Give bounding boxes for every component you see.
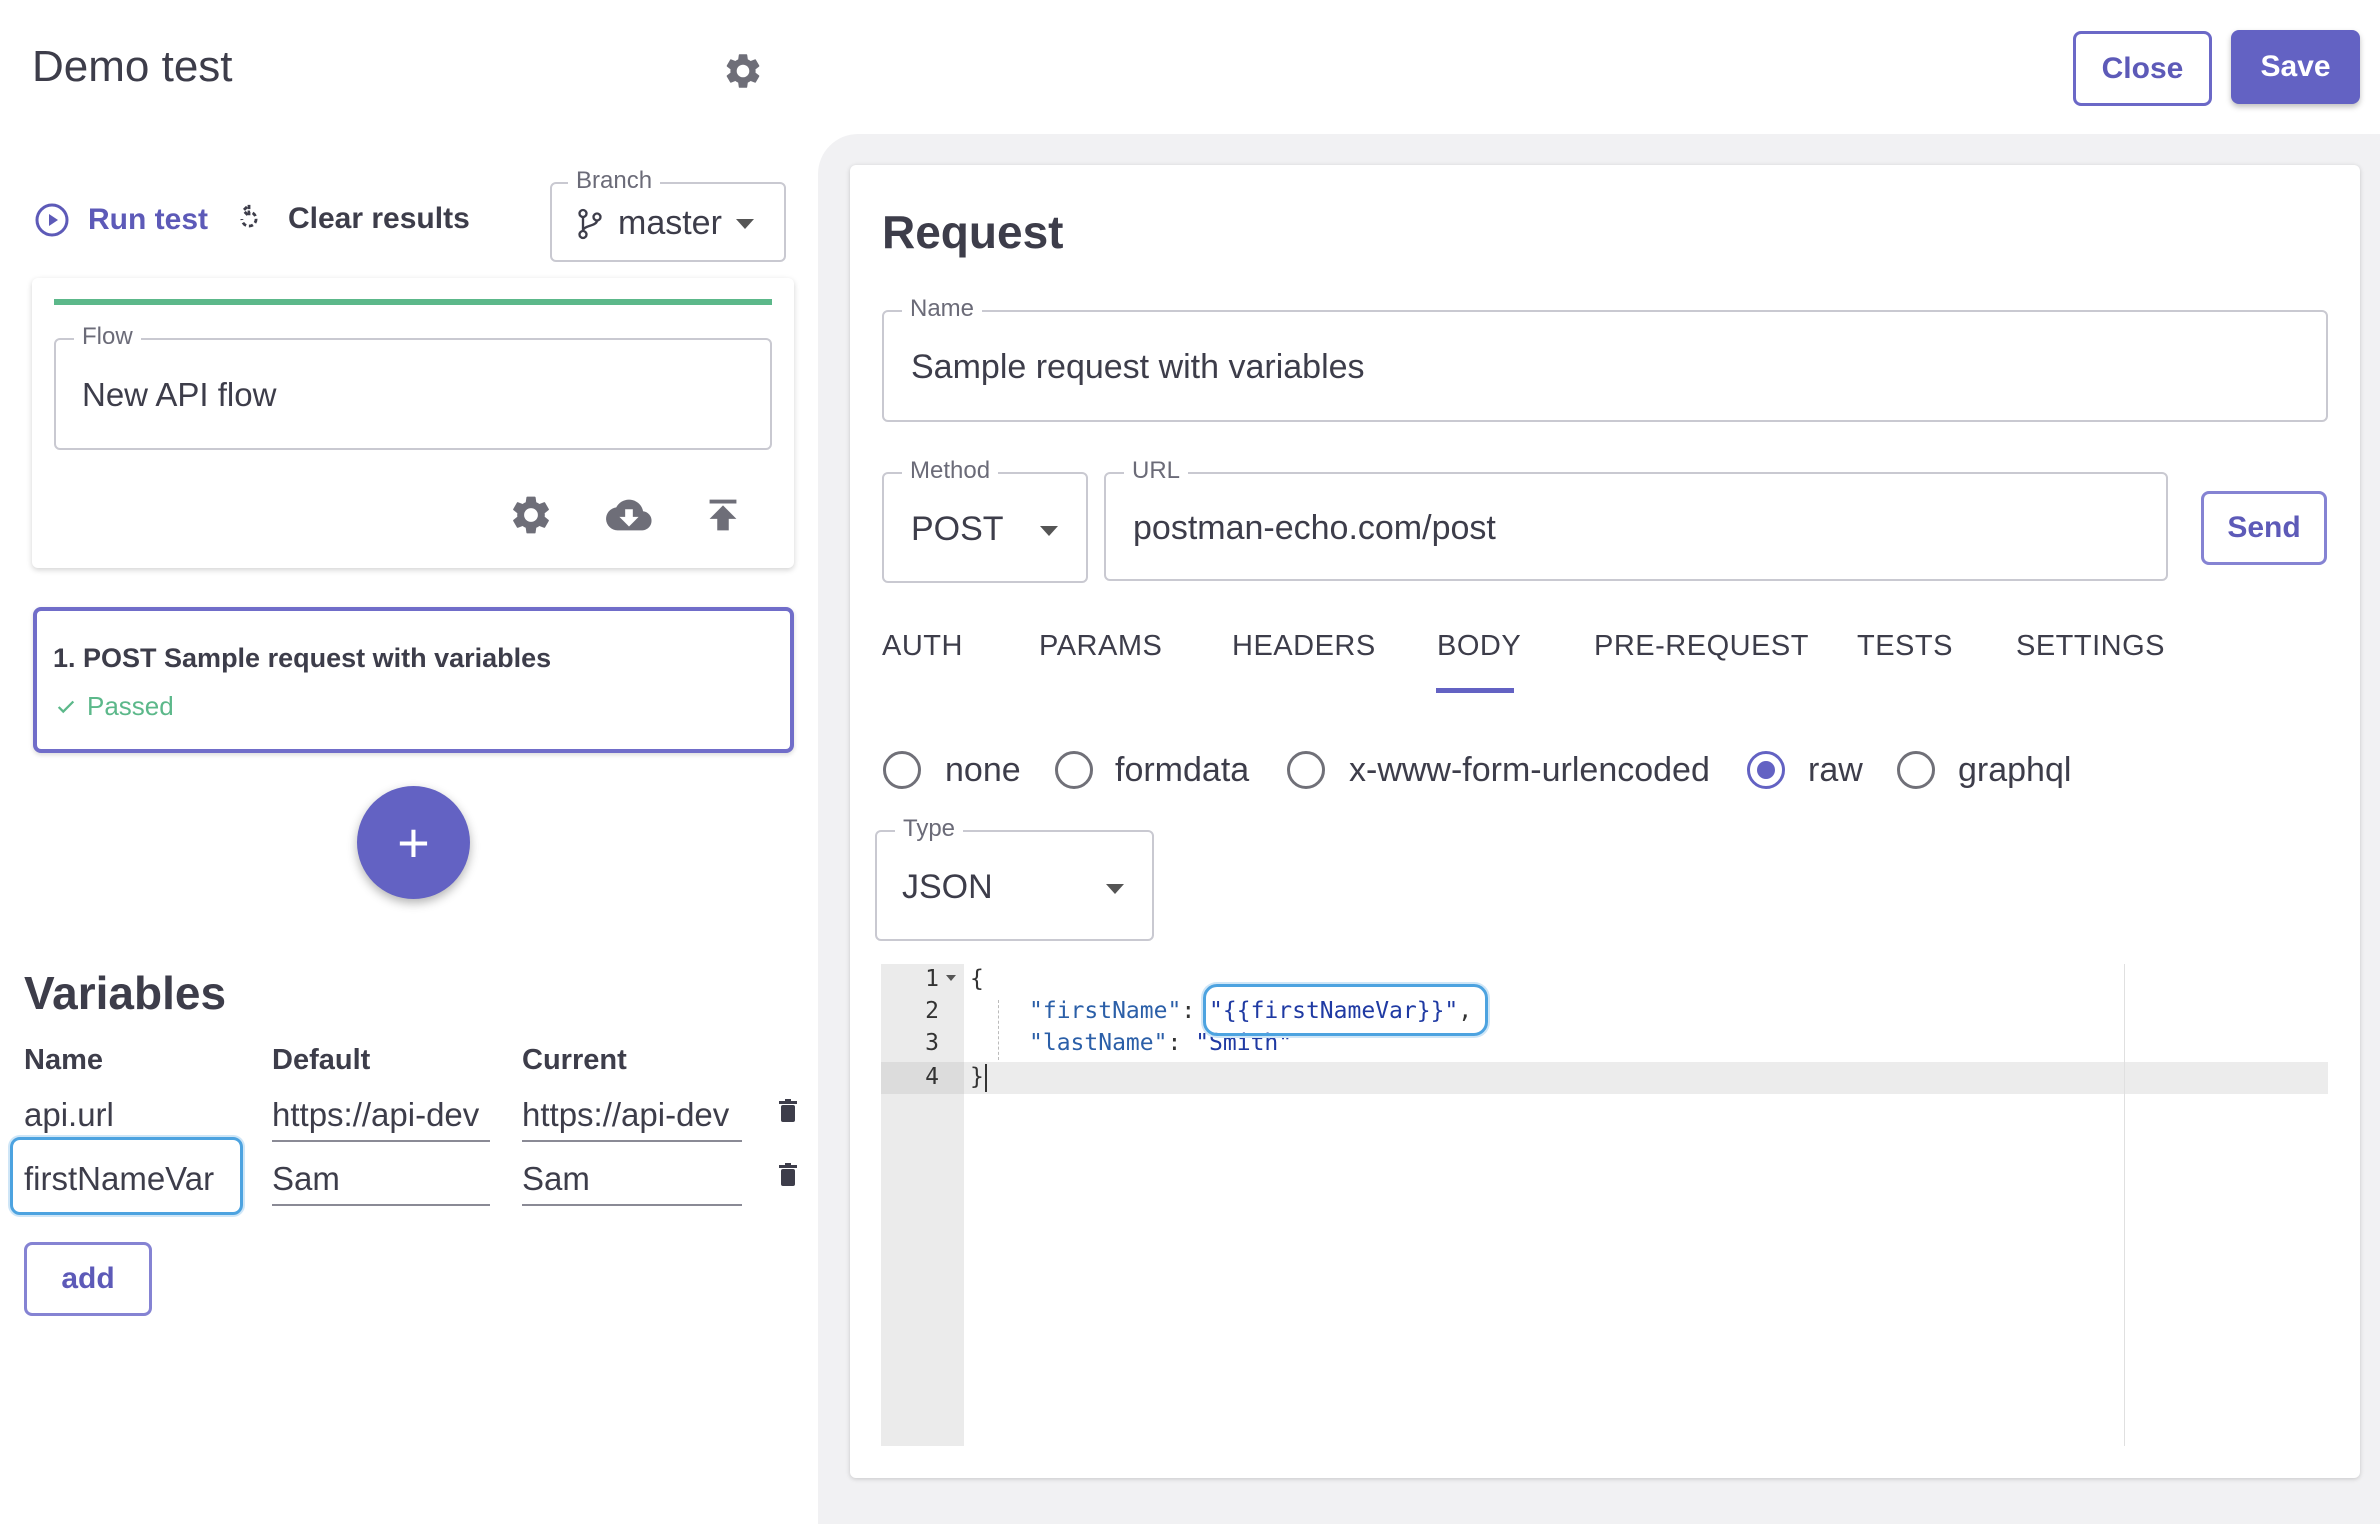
body-type-select[interactable]: Type JSON [875, 815, 1154, 941]
radio-formdata[interactable] [1055, 751, 1093, 789]
step-status-label: Passed [87, 691, 174, 721]
request-heading: Request [882, 206, 1064, 258]
variables-col-current: Current [522, 1044, 627, 1076]
radio-none[interactable] [883, 751, 921, 789]
delete-icon[interactable] [778, 1098, 798, 1124]
upload-icon[interactable] [700, 492, 746, 538]
radio-raw[interactable] [1747, 751, 1785, 789]
fold-arrow-icon[interactable] [946, 975, 956, 981]
url-legend: URL [1124, 457, 1189, 485]
editor-print-margin [2124, 964, 2125, 1446]
add-step-button[interactable]: + [357, 786, 470, 899]
request-name-field[interactable]: Name Sample request with variables [882, 295, 2328, 422]
body-type-value: JSON [902, 868, 993, 906]
url-value: postman-echo.com/post [1133, 509, 1496, 547]
variables-heading: Variables [24, 967, 227, 1019]
tab-params[interactable]: PARAMS [1039, 630, 1162, 663]
branch-value: master [618, 204, 722, 242]
text-cursor [985, 1064, 987, 1092]
step-status: Passed [55, 691, 174, 722]
clear-results-button[interactable]: Clear results [232, 202, 470, 236]
code-focus-ring [1203, 984, 1488, 1036]
radio-formdata-label: formdata [1115, 751, 1250, 789]
code-close-brace: } [970, 1064, 984, 1090]
tab-auth[interactable]: AUTH [882, 630, 963, 663]
run-test-button[interactable]: Run test [34, 202, 208, 238]
radio-graphql[interactable] [1897, 751, 1935, 789]
line-number: 3 [925, 1030, 939, 1056]
variable-current-input[interactable]: Sam [522, 1154, 742, 1206]
active-tab-indicator [1436, 688, 1514, 693]
method-legend: Method [902, 457, 999, 485]
flow-legend: Flow [74, 323, 141, 351]
radio-urlencoded[interactable] [1287, 751, 1325, 789]
variable-current-input[interactable]: https://api-dev [522, 1090, 742, 1142]
radio-urlencoded-label: x-www-form-urlencoded [1349, 751, 1710, 789]
flow-progress-bar [54, 299, 772, 305]
flow-name-value: New API flow [82, 376, 277, 413]
branch-select[interactable]: Branch master [550, 167, 786, 262]
variable-name-input[interactable]: api.url [24, 1090, 242, 1142]
step-card[interactable]: 1. POST Sample request with variables Pa… [33, 607, 794, 753]
chevron-down-icon [735, 218, 754, 229]
code-key-lastname: "lastName" [1029, 1030, 1168, 1056]
method-select[interactable]: Method POST [882, 457, 1088, 583]
variables-col-name: Name [24, 1044, 103, 1076]
step-title: 1. POST Sample request with variables [53, 643, 552, 673]
chevron-down-icon [1040, 526, 1058, 536]
tab-body[interactable]: BODY [1437, 630, 1521, 663]
code-key-firstname: "firstName" [1029, 998, 1182, 1024]
tab-tests[interactable]: TESTS [1857, 630, 1953, 663]
tab-settings[interactable]: SETTINGS [2016, 630, 2165, 663]
save-button[interactable]: Save [2231, 30, 2360, 104]
request-name-value: Sample request with variables [911, 348, 1365, 386]
flow-name-field[interactable]: Flow New API flow [54, 323, 772, 450]
page-title: Demo test [32, 42, 233, 91]
line-number: 2 [925, 998, 939, 1024]
play-circle-icon [35, 203, 69, 237]
variables-col-default: Default [272, 1044, 371, 1076]
restart-icon [240, 202, 258, 228]
body-type-legend: Type [895, 815, 964, 843]
git-branch-icon [578, 208, 602, 239]
check-icon [57, 700, 75, 713]
close-button[interactable]: Close [2073, 31, 2212, 106]
settings-gear-icon[interactable] [722, 50, 764, 92]
editor-indent-guide [998, 1000, 999, 1060]
variable-default-input[interactable]: https://api-dev [272, 1090, 490, 1142]
request-name-legend: Name [902, 295, 983, 323]
clear-results-label: Clear results [288, 202, 470, 235]
line-number: 4 [925, 1064, 939, 1090]
radio-none-label: none [945, 751, 1021, 789]
url-field[interactable]: URL postman-echo.com/post [1104, 457, 2168, 581]
send-button[interactable]: Send [2201, 491, 2327, 565]
delete-icon[interactable] [778, 1162, 798, 1188]
run-test-label: Run test [88, 203, 208, 236]
tab-headers[interactable]: HEADERS [1232, 630, 1376, 663]
radio-graphql-label: graphql [1958, 751, 2072, 789]
flow-settings-gear-icon[interactable] [508, 492, 554, 538]
chevron-down-icon [1106, 884, 1124, 894]
code-open-brace: { [970, 966, 984, 992]
variable-default-input[interactable]: Sam [272, 1154, 490, 1206]
method-value: POST [911, 510, 1004, 548]
cloud-download-icon[interactable] [604, 492, 652, 538]
branch-legend: Branch [568, 167, 661, 195]
add-variable-button[interactable]: add [24, 1242, 152, 1316]
radio-raw-label: raw [1808, 751, 1863, 789]
tab-pre-request[interactable]: PRE-REQUEST [1594, 630, 1809, 663]
line-number: 1 [925, 966, 939, 992]
variable-name-input[interactable]: firstNameVar [24, 1154, 234, 1206]
